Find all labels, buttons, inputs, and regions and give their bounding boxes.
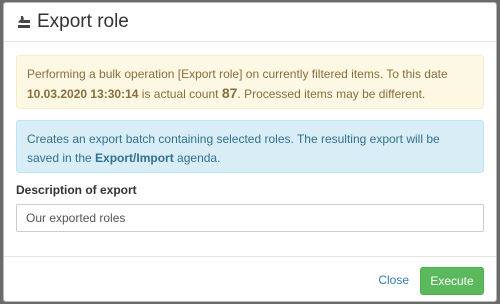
warning-date: 10.03.2020 13:30:14 (27, 87, 139, 101)
bulk-operation-warning: Performing a bulk operation [Export role… (16, 55, 484, 109)
close-button[interactable]: Close (378, 273, 409, 287)
dialog-header: Export role (4, 3, 496, 42)
export-icon (16, 14, 32, 30)
warning-count: 87 (221, 85, 238, 101)
export-role-dialog: Export role Performing a bulk operation … (3, 2, 497, 302)
info-text-before: Creates an export batch containing selec… (27, 132, 440, 165)
export-info-alert: Creates an export batch containing selec… (16, 120, 484, 173)
warning-text-middle: is actual count (138, 87, 222, 101)
dialog-title: Export role (37, 11, 129, 32)
warning-text-after: . Processed items may be different. (237, 87, 426, 101)
warning-text-before: Performing a bulk operation [Export role… (27, 67, 448, 81)
description-input[interactable] (16, 204, 484, 232)
execute-button[interactable]: Execute (420, 267, 484, 295)
info-agenda-name: Export/Import (95, 151, 174, 165)
info-text-after: agenda. (173, 151, 221, 165)
description-label: Description of export (16, 183, 137, 197)
dialog-footer: Close Execute (4, 256, 496, 301)
